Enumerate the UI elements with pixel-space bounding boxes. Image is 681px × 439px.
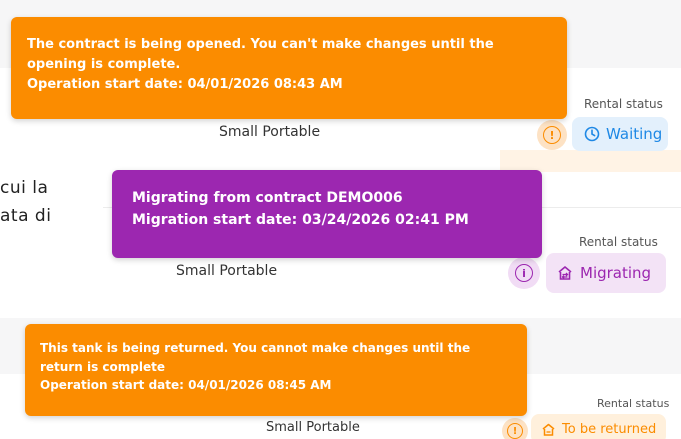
- warning-icon[interactable]: !: [537, 120, 567, 150]
- home-return-icon: [542, 423, 555, 436]
- popover-line: Migration start date: 03/24/2026 02:41 P…: [132, 211, 469, 228]
- rental-status-label: Rental status: [597, 397, 670, 410]
- popover-line: Migrating from contract DEMO006: [132, 190, 403, 206]
- popover-line: The contract is being opened. You can't …: [27, 37, 494, 52]
- rental-status-label: Rental status: [579, 235, 658, 249]
- status-badge-migrating: Migrating: [546, 253, 666, 293]
- popover-line: Operation start date: 04/01/2026 08:45 A…: [40, 378, 332, 393]
- tank-return-popover: This tank is being returned. You cannot …: [25, 324, 527, 416]
- clock-icon: [584, 126, 600, 142]
- status-badge-to-be-returned: To be returned: [531, 414, 666, 439]
- status-badge-waiting: Waiting: [572, 117, 668, 151]
- row-1-highlight: [500, 150, 681, 172]
- product-name: Small Portable: [219, 124, 321, 140]
- rental-status-label: Rental status: [584, 97, 663, 111]
- info-icon[interactable]: i: [508, 257, 540, 289]
- popover-line: Operation start date: 04/01/2026 08:43 A…: [27, 77, 343, 93]
- status-label: Waiting: [606, 125, 663, 143]
- popover-line: opening is complete.: [27, 57, 181, 73]
- popover-line: This tank is being returned. You cannot …: [40, 341, 471, 355]
- background-text-line-2: ata di: [0, 206, 52, 226]
- product-name: Small Portable: [176, 263, 278, 279]
- background-text-line-1: cui la: [0, 178, 49, 198]
- status-label: To be returned: [562, 421, 657, 437]
- migrate-icon: [558, 266, 572, 280]
- status-label: Migrating: [580, 264, 652, 282]
- migration-popover: Migrating from contract DEMO006 Migratio…: [112, 170, 542, 258]
- contract-opening-popover: The contract is being opened. You can't …: [11, 17, 567, 119]
- popover-line: return is complete: [40, 359, 165, 374]
- warning-icon[interactable]: !: [502, 418, 528, 439]
- product-name: Small Portable: [266, 420, 360, 435]
